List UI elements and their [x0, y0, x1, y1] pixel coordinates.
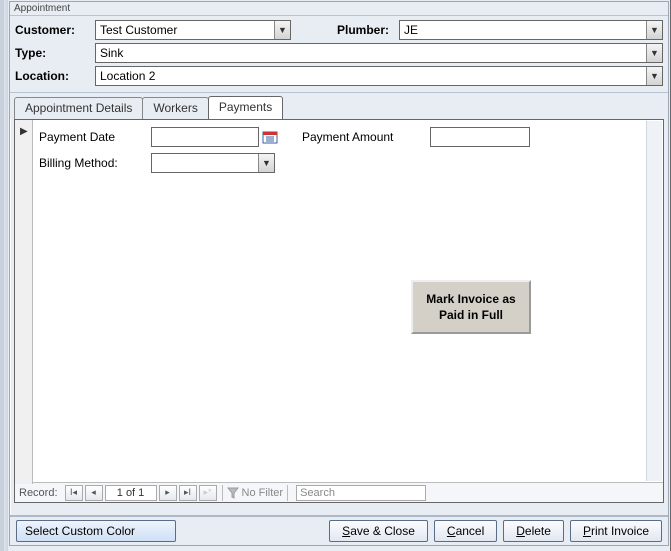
tab-appointment-details[interactable]: Appointment Details	[14, 97, 143, 119]
billing-method-label: Billing Method:	[39, 156, 151, 170]
nav-last-button[interactable]: ▸I	[179, 485, 197, 501]
appointment-window: Appointment Customer: ▼ Plumber: ▼ Type:…	[9, 1, 669, 546]
no-filter-indicator[interactable]: No Filter	[227, 487, 284, 499]
payments-tab-content: Payment Date Payment Amount Billing Meth…	[15, 120, 663, 482]
record-nav-label: Record:	[19, 487, 58, 499]
type-combo[interactable]: ▼	[95, 43, 663, 63]
location-combo[interactable]: ▼	[95, 66, 663, 86]
record-navigator: Record: I◂ ◂ 1 of 1 ▸ ▸I ▸* No Filter	[15, 482, 663, 502]
payment-amount-input[interactable]	[430, 127, 530, 147]
type-input[interactable]	[96, 44, 646, 62]
plumber-combo[interactable]: ▼	[399, 20, 663, 40]
customer-label: Customer:	[13, 23, 95, 37]
delete-button[interactable]: Delete	[503, 520, 564, 542]
mark-paid-button[interactable]: Mark Invoice as Paid in Full	[411, 280, 531, 334]
tab-payments[interactable]: Payments	[208, 96, 283, 119]
nav-next-button[interactable]: ▸	[159, 485, 177, 501]
nav-prev-button[interactable]: ◂	[85, 485, 103, 501]
type-label: Type:	[13, 46, 95, 60]
nav-new-button[interactable]: ▸*	[199, 485, 217, 501]
chevron-down-icon[interactable]: ▼	[258, 154, 274, 172]
payment-date-label: Payment Date	[39, 130, 151, 144]
mark-paid-line1: Mark Invoice as	[413, 292, 529, 308]
chevron-down-icon[interactable]: ▼	[274, 21, 290, 39]
customer-combo[interactable]: ▼	[95, 20, 291, 40]
chevron-down-icon[interactable]: ▼	[646, 67, 662, 85]
record-counter: 1 of 1	[105, 485, 157, 501]
tabs-row: Appointment Details Workers Payments	[10, 93, 668, 119]
chevron-down-icon[interactable]: ▼	[646, 21, 662, 39]
customer-input[interactable]	[96, 21, 274, 39]
mark-paid-line2: Paid in Full	[413, 308, 529, 324]
app-left-gutter	[4, 0, 8, 551]
no-filter-text: No Filter	[242, 487, 284, 499]
separator	[287, 485, 288, 501]
window-title: Appointment	[10, 2, 668, 16]
print-invoice-button[interactable]: Print Invoice	[570, 520, 662, 542]
select-custom-color-button[interactable]: Select Custom Color	[16, 520, 176, 542]
tab-body: ▶ Payment Date Payment Amount Billing Me…	[14, 119, 664, 503]
calendar-icon[interactable]	[262, 129, 278, 145]
funnel-icon	[227, 487, 239, 499]
chevron-down-icon[interactable]: ▼	[646, 44, 662, 62]
payment-date-input[interactable]	[151, 127, 259, 147]
payment-amount-label: Payment Amount	[302, 130, 430, 144]
location-label: Location:	[13, 69, 95, 83]
separator	[222, 485, 223, 501]
save-close-button[interactable]: Save & Close	[329, 520, 428, 542]
plumber-input[interactable]	[400, 21, 646, 39]
cancel-button[interactable]: Cancel	[434, 520, 497, 542]
footer-bar: Select Custom Color Save & Close Cancel …	[10, 515, 668, 545]
tab-workers[interactable]: Workers	[142, 97, 208, 119]
billing-method-input[interactable]	[152, 154, 258, 172]
billing-method-combo[interactable]: ▼	[151, 153, 275, 173]
nav-first-button[interactable]: I◂	[65, 485, 83, 501]
record-search-input[interactable]	[296, 485, 426, 501]
location-input[interactable]	[96, 67, 646, 85]
plumber-label: Plumber:	[319, 23, 399, 37]
vertical-scrollbar[interactable]	[646, 121, 662, 481]
header-form: Customer: ▼ Plumber: ▼ Type: ▼ Location:…	[10, 16, 668, 93]
